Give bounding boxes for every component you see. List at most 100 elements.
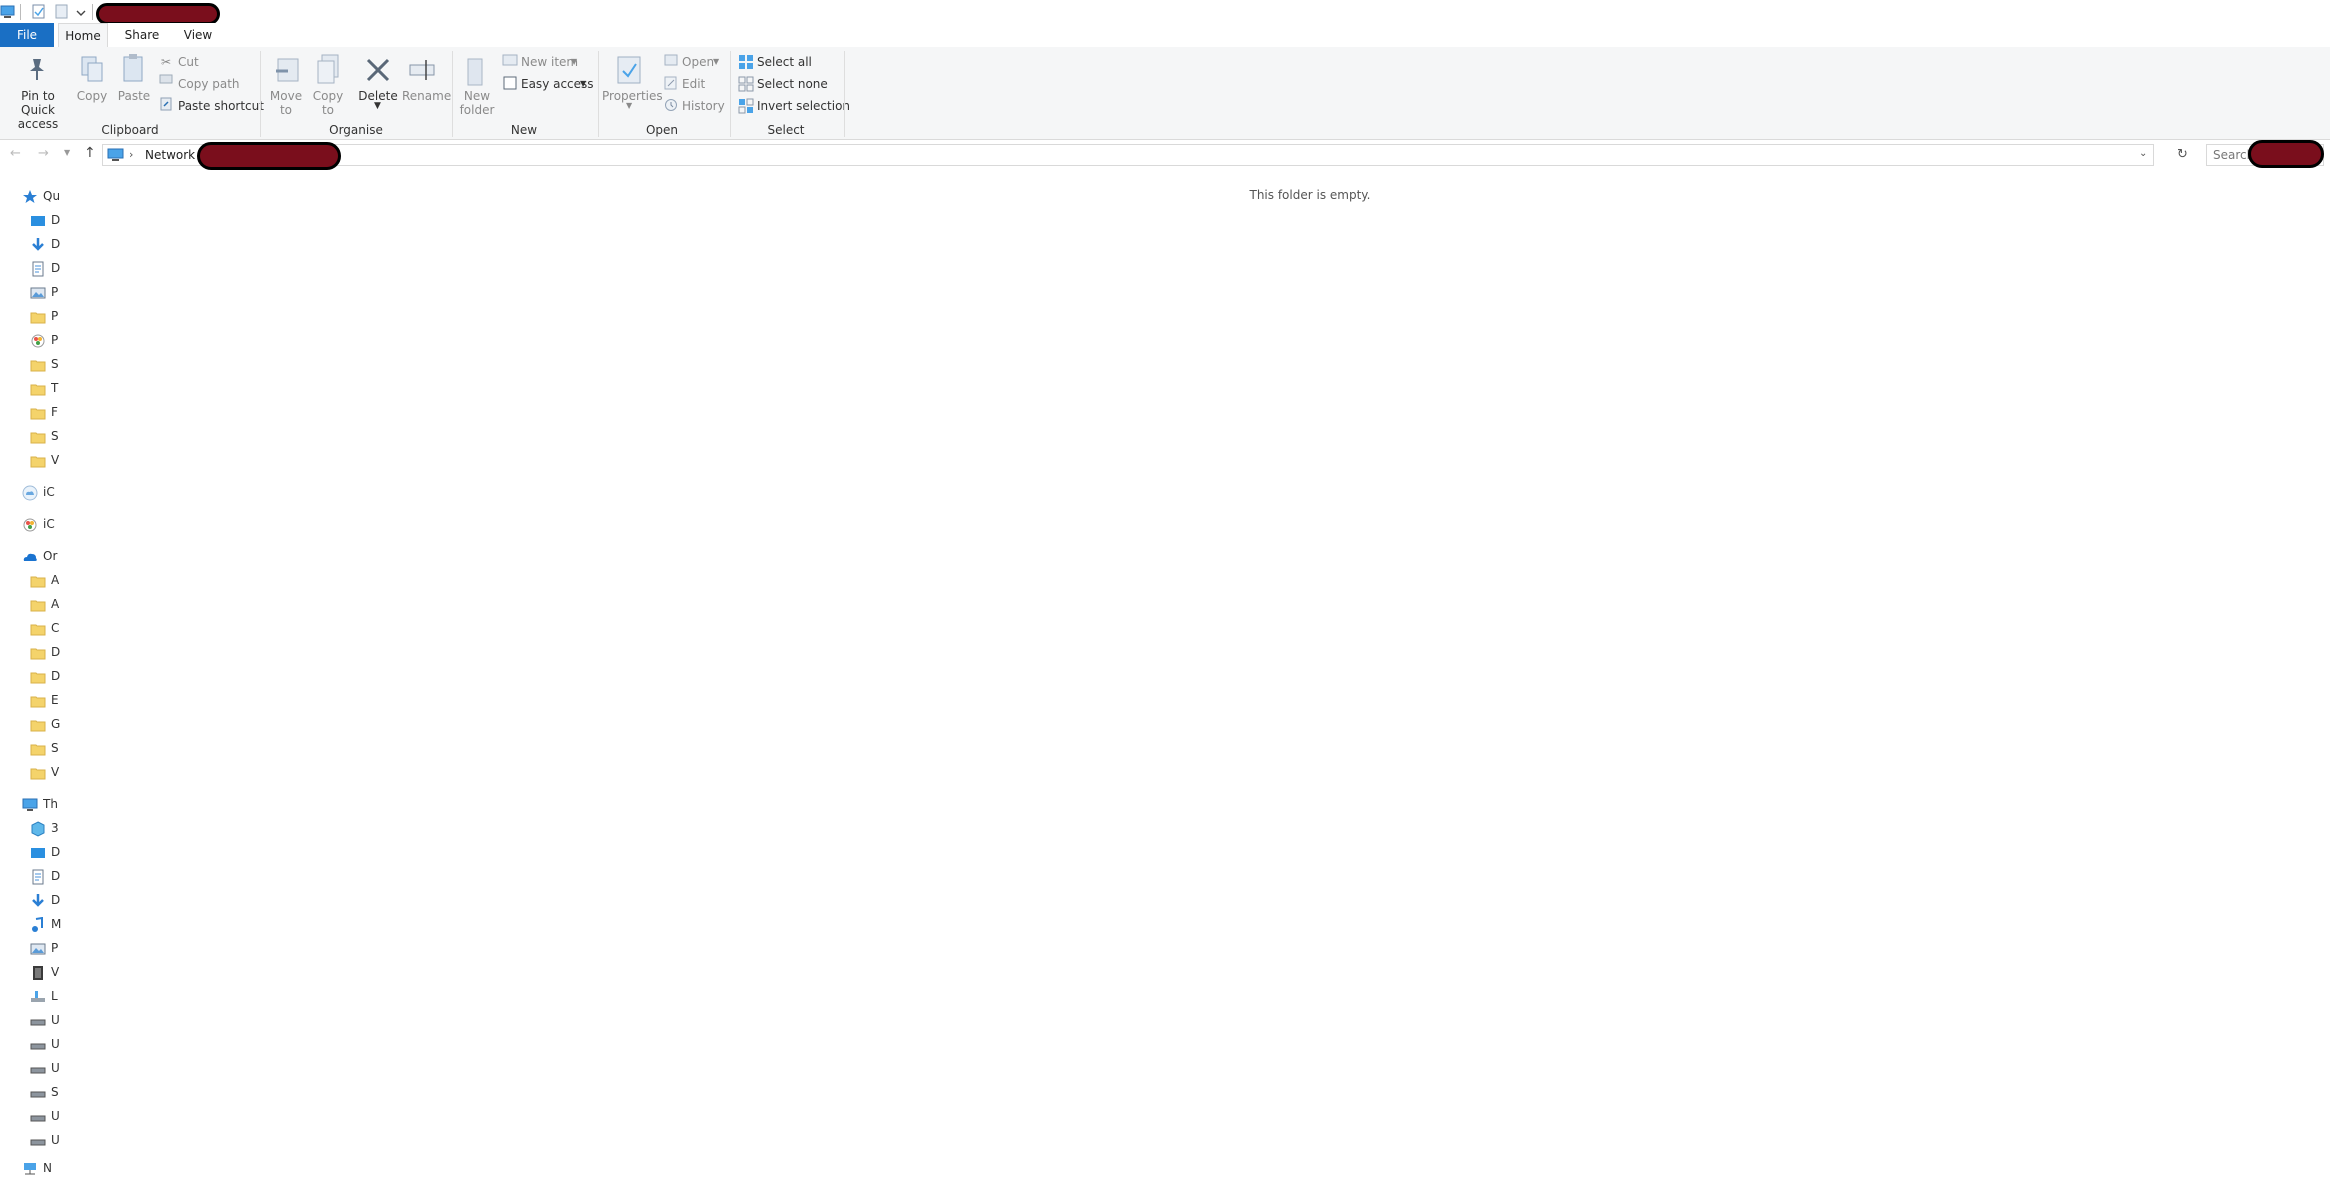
nav-item-label: V	[51, 965, 60, 979]
recent-locations-chevron-icon[interactable]: ▼	[64, 148, 70, 157]
rename-icon	[409, 60, 435, 80]
select-all-button[interactable]: Select all	[757, 55, 812, 69]
tab-share[interactable]: Share	[118, 23, 166, 47]
photos-icon	[23, 518, 37, 532]
up-arrow-icon[interactable]: ↑	[84, 145, 96, 161]
forward-arrow-icon[interactable]: →	[38, 146, 49, 161]
separator	[844, 51, 845, 137]
nav-item[interactable]: V	[0, 962, 59, 984]
chevron-down-icon[interactable]: ▼	[571, 57, 577, 66]
invert-selection-button[interactable]: Invert selection	[757, 99, 850, 113]
refresh-icon[interactable]: ↻	[2177, 147, 2188, 162]
nav-item[interactable]: U	[0, 1058, 60, 1080]
rename-button[interactable]: Rename	[402, 89, 451, 103]
properties-icon[interactable]	[32, 4, 46, 20]
open-button[interactable]: Open	[682, 55, 714, 69]
new-folder-icon[interactable]	[55, 4, 69, 20]
copy-to-button[interactable]: Copy to	[310, 89, 346, 117]
nav-item[interactable]: 3	[0, 818, 59, 840]
nav-item[interactable]: E	[0, 690, 59, 712]
nav-item[interactable]: iC	[0, 482, 58, 504]
nav-item[interactable]: G	[0, 714, 60, 736]
nav-item[interactable]: P	[0, 330, 58, 352]
nav-item[interactable]: D	[0, 842, 60, 864]
chevron-down-icon[interactable]	[76, 4, 86, 20]
select-none-button[interactable]: Select none	[757, 77, 828, 91]
breadcrumb-network[interactable]: Network	[145, 148, 195, 162]
nav-item[interactable]: P	[0, 306, 58, 328]
paste-button[interactable]: Paste	[116, 89, 152, 103]
ribbon: Pin to Quick access Copy Paste ✂ Cut Cop…	[0, 47, 2330, 140]
nav-item[interactable]: S	[0, 738, 59, 760]
separator	[92, 4, 93, 20]
cut-button[interactable]: Cut	[178, 55, 199, 69]
scissors-icon: ✂	[161, 55, 172, 69]
chevron-down-icon[interactable]: ▼	[580, 79, 586, 88]
move-to-button[interactable]: Move to	[268, 89, 304, 117]
nav-item[interactable]: T	[0, 378, 58, 400]
nav-item[interactable]: A	[0, 570, 59, 592]
nav-item-label: S	[51, 357, 59, 371]
copy-path-icon	[159, 74, 173, 84]
nav-item[interactable]: D	[0, 666, 60, 688]
pin-to-quick-access-button[interactable]: Pin to Quick access	[4, 89, 72, 131]
edit-icon	[664, 76, 677, 90]
nav-item[interactable]: Th	[0, 794, 58, 816]
address-dropdown-chevron-icon[interactable]: ⌄	[2139, 148, 2147, 159]
nav-item[interactable]: D	[0, 210, 60, 232]
nav-item[interactable]: P	[0, 282, 58, 304]
nav-item-label: D	[51, 645, 61, 659]
address-row: ← → ▼ ↑ › Network ⌄ ↻ Search	[0, 140, 2330, 170]
address-bar[interactable]: › Network ⌄	[102, 142, 2154, 170]
nav-item[interactable]: U	[0, 1130, 60, 1152]
new-item-button[interactable]: New item	[521, 55, 578, 69]
nav-item[interactable]: D	[0, 258, 60, 280]
nav-item[interactable]: Or	[0, 546, 58, 568]
paste-shortcut-button[interactable]: Paste shortcut	[178, 99, 264, 113]
nav-item[interactable]: D	[0, 642, 60, 664]
copy-path-button[interactable]: Copy path	[178, 77, 240, 91]
tab-view[interactable]: View	[176, 23, 220, 47]
select-all-icon	[739, 55, 753, 69]
nav-item[interactable]: M	[0, 914, 61, 936]
nav-item[interactable]: D	[0, 234, 60, 256]
separator	[730, 51, 731, 137]
chevron-down-icon[interactable]: ▼	[374, 101, 381, 111]
nav-item[interactable]: Qu	[0, 186, 59, 208]
edit-button[interactable]: Edit	[682, 77, 705, 91]
history-icon	[665, 99, 677, 111]
new-folder-button[interactable]: New folder	[458, 89, 496, 117]
nav-item[interactable]: S	[0, 1082, 59, 1104]
nav-item[interactable]: U	[0, 1034, 60, 1056]
tab-file[interactable]: File	[0, 23, 54, 47]
nav-item[interactable]: P	[0, 938, 58, 960]
nav-item[interactable]: L	[0, 986, 58, 1008]
history-button[interactable]: History	[682, 99, 725, 113]
nav-item[interactable]: D	[0, 890, 60, 912]
chevron-down-icon[interactable]: ▼	[713, 57, 719, 66]
nav-item[interactable]: U	[0, 1106, 60, 1128]
nav-item[interactable]: U	[0, 1010, 60, 1032]
back-arrow-icon[interactable]: ←	[10, 146, 21, 161]
tab-home[interactable]: Home	[58, 23, 108, 47]
nav-item-label: G	[51, 717, 61, 731]
nav-item[interactable]: N	[0, 1158, 58, 1180]
chevron-down-icon[interactable]: ▼	[626, 101, 632, 110]
move-to-icon	[276, 58, 299, 82]
nav-item[interactable]: C	[0, 618, 59, 640]
nav-item[interactable]: S	[0, 354, 59, 376]
nav-item-label: P	[51, 941, 59, 955]
redacted-search	[2248, 140, 2324, 168]
nav-item-label: D	[51, 845, 61, 859]
nav-item[interactable]: F	[0, 402, 58, 424]
nav-item[interactable]: S	[0, 426, 59, 448]
nav-item[interactable]: V	[0, 762, 59, 784]
nav-item[interactable]: D	[0, 866, 60, 888]
3d-objects-icon	[31, 821, 45, 837]
copy-button[interactable]: Copy	[76, 89, 108, 103]
breadcrumb-separator[interactable]: ›	[129, 148, 133, 161]
nav-item[interactable]: V	[0, 450, 59, 472]
new-folder-icon	[467, 58, 483, 86]
nav-item[interactable]: iC	[0, 514, 58, 536]
nav-item[interactable]: A	[0, 594, 59, 616]
